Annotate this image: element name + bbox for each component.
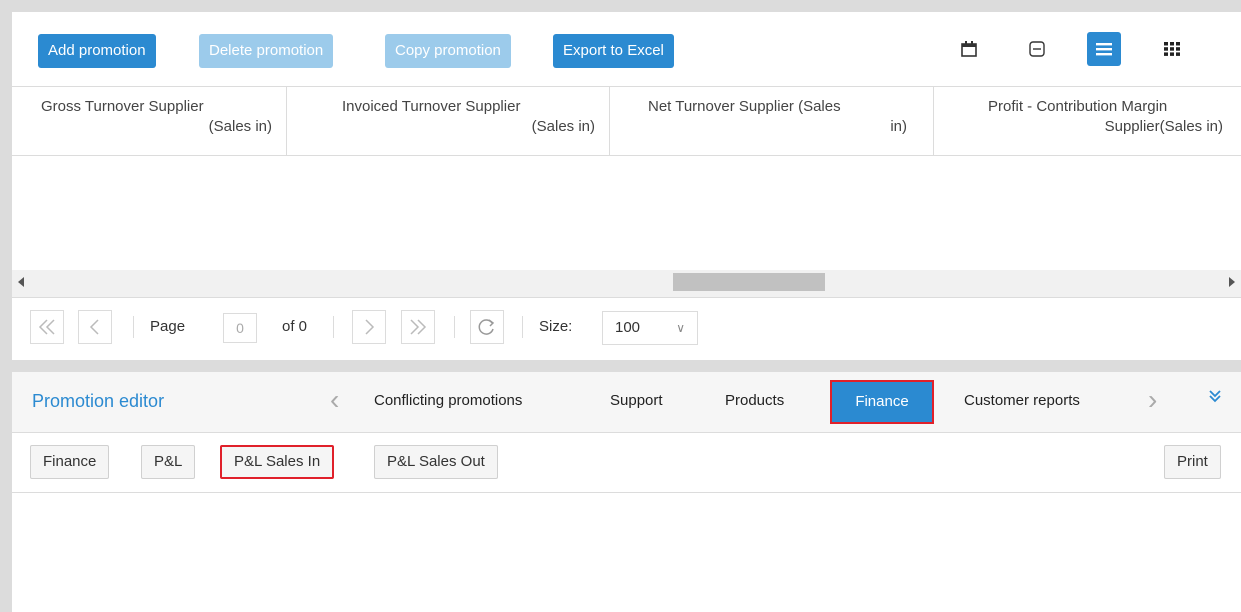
- subtab-pl-sales-out[interactable]: P&L Sales Out: [374, 445, 498, 479]
- add-promotion-button[interactable]: Add promotion: [38, 34, 156, 68]
- list-view-icon[interactable]: [1087, 32, 1121, 66]
- promotion-editor-title: Promotion editor: [32, 391, 165, 411]
- scroll-right-icon[interactable]: [1229, 277, 1235, 287]
- promotion-toolbar: Add promotion Delete promotion Copy prom…: [12, 12, 1241, 86]
- subtab-pl[interactable]: P&L: [141, 445, 196, 479]
- pager-divider: [133, 316, 134, 338]
- column-invoiced-turnover-supplier[interactable]: Invoiced Turnover Supplier (Sales in): [287, 87, 610, 156]
- previous-page-button[interactable]: [78, 310, 112, 344]
- calendar-icon[interactable]: [952, 32, 986, 66]
- column-net-turnover-supplier[interactable]: Net Turnover Supplier (Sales in): [610, 87, 934, 156]
- tabs-scroll-left-icon[interactable]: ‹: [330, 386, 339, 414]
- export-to-excel-button[interactable]: Export to Excel: [553, 34, 674, 68]
- page-count-label: of 0: [282, 318, 308, 335]
- page-number-input[interactable]: 0: [223, 313, 257, 343]
- double-chevron-down-icon[interactable]: [1207, 388, 1223, 409]
- window-frame-left: [0, 0, 12, 612]
- column-header-line1: Profit - Contribution Margin: [988, 98, 1168, 115]
- collapse-row-icon[interactable]: [1020, 32, 1054, 66]
- promotion-editor-tabbar: Promotion editor ‹ Conflicting promotion…: [12, 372, 1241, 433]
- column-header-line1: Gross Turnover Supplier: [41, 98, 204, 115]
- last-page-button[interactable]: [401, 310, 435, 344]
- page-label: Page: [150, 318, 186, 335]
- tabs-scroll-right-icon[interactable]: ›: [1148, 386, 1157, 414]
- grid-view-icon[interactable]: [1155, 32, 1189, 66]
- print-button[interactable]: Print: [1164, 445, 1221, 479]
- finance-subtabs: Finance P&L P&L Sales In P&L Sales Out P…: [12, 433, 1241, 493]
- column-gross-turnover-supplier[interactable]: Gross Turnover Supplier (Sales in): [12, 87, 287, 156]
- tab-conflicting-promotions[interactable]: Conflicting promotions: [374, 392, 522, 409]
- subtab-finance[interactable]: Finance: [30, 445, 110, 479]
- tab-customer-reports[interactable]: Customer reports: [964, 392, 1080, 409]
- window-frame-top: [0, 0, 1241, 12]
- subtab-pl-sales-in[interactable]: P&L Sales In: [220, 445, 335, 479]
- column-header-line1: Invoiced Turnover Supplier: [342, 98, 521, 115]
- panel-divider: [12, 360, 1241, 372]
- pager-divider: [333, 316, 334, 338]
- horizontal-scrollbar[interactable]: [12, 270, 1241, 298]
- refresh-button[interactable]: [470, 310, 504, 344]
- page-size-select[interactable]: 100 ∨: [602, 311, 698, 345]
- column-profit-contribution-margin[interactable]: Profit - Contribution Margin Supplier(Sa…: [934, 87, 1241, 156]
- chevron-down-icon: ∨: [676, 321, 685, 335]
- tab-support[interactable]: Support: [610, 392, 663, 409]
- column-header-line2: (Sales in): [531, 118, 595, 135]
- column-header-line2: (Sales in): [208, 118, 272, 135]
- promotion-grid-header: Gross Turnover Supplier (Sales in) Invoi…: [12, 86, 1241, 156]
- next-page-button[interactable]: [352, 310, 386, 344]
- column-header-line2: in): [890, 118, 907, 135]
- first-page-button[interactable]: [30, 310, 64, 344]
- tab-products[interactable]: Products: [725, 392, 784, 409]
- pager-divider: [454, 316, 455, 338]
- column-header-line1: Net Turnover Supplier (Sales: [648, 98, 841, 115]
- scrollbar-thumb[interactable]: [673, 273, 825, 291]
- scroll-left-icon[interactable]: [18, 277, 24, 287]
- page-size-label: Size:: [539, 318, 573, 335]
- tab-finance[interactable]: Finance: [830, 380, 934, 424]
- column-header-line2: Supplier(Sales in): [1104, 118, 1223, 135]
- pager: Page 0 of 0 Size: 100 ∨: [12, 298, 1241, 360]
- delete-promotion-button[interactable]: Delete promotion: [199, 34, 334, 68]
- pager-divider: [522, 316, 523, 338]
- page-size-value: 100: [615, 319, 641, 336]
- copy-promotion-button[interactable]: Copy promotion: [385, 34, 511, 68]
